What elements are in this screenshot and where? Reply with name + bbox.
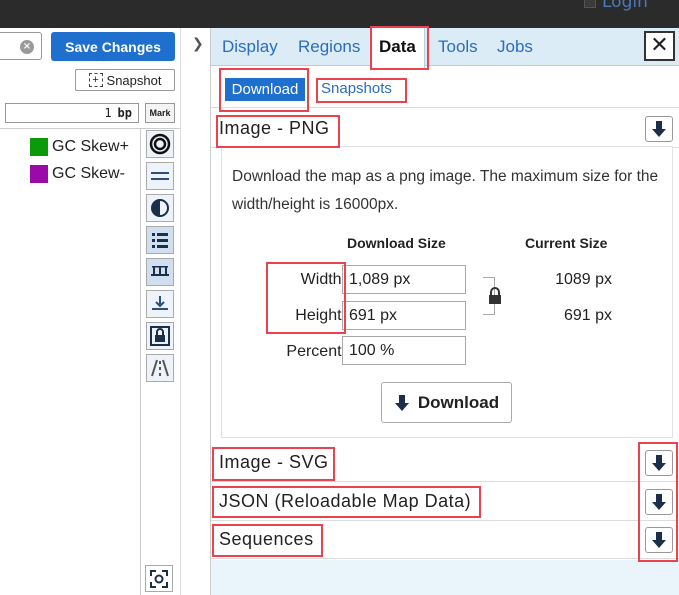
legend-swatch xyxy=(30,138,48,156)
snapshot-label: Snapshot xyxy=(106,72,162,88)
download-button-label: Download xyxy=(417,392,500,412)
subtab-download[interactable]: Download xyxy=(225,78,305,101)
clear-search-icon[interactable]: × xyxy=(20,40,34,54)
save-changes-button[interactable]: Save Changes xyxy=(51,32,175,61)
tab-bar: Display Regions Data Tools Jobs ✕ xyxy=(211,28,679,68)
section-json[interactable]: JSON (Reloadable Map Data) xyxy=(211,483,679,521)
linear-map-icon[interactable] xyxy=(146,162,174,190)
download-arrow-icon xyxy=(394,394,409,411)
download-map-icon[interactable] xyxy=(146,290,174,318)
current-size-heading: Current Size xyxy=(525,235,608,251)
tab-tools[interactable]: Tools xyxy=(438,37,478,57)
legend-list-icon[interactable] xyxy=(146,226,174,254)
height-input[interactable]: 691 px xyxy=(342,301,466,330)
download-arrow-icon[interactable] xyxy=(645,116,673,142)
mark-button[interactable]: Mark xyxy=(145,103,175,123)
subtab-snapshots[interactable]: Snapshots xyxy=(321,80,392,97)
png-options-body: Download the map as a png image. The max… xyxy=(221,146,673,438)
section-title: Image - SVG xyxy=(219,452,329,472)
bp-position-field[interactable]: 1 bp xyxy=(5,103,139,123)
lock-icon[interactable] xyxy=(146,322,174,350)
bp-value: 1 xyxy=(104,106,112,120)
panel-divider[interactable]: ❯ xyxy=(180,28,211,595)
download-arrow-icon[interactable] xyxy=(645,450,673,476)
section-title: Image - PNG xyxy=(219,118,330,138)
tab-data[interactable]: Data xyxy=(370,28,425,68)
percent-input[interactable]: 100 % xyxy=(342,336,466,365)
legend-item-gc-skew-plus[interactable]: GC Skew+ xyxy=(30,138,129,156)
viewer-toolbar xyxy=(140,128,180,595)
snapshot-plus-icon: + xyxy=(88,73,103,87)
invert-colors-icon[interactable] xyxy=(146,194,174,222)
legend-item-gc-skew-minus[interactable]: GC Skew- xyxy=(30,165,125,183)
subtab-bar: Download Snapshots xyxy=(211,66,679,108)
login-link[interactable]: Login xyxy=(584,0,648,12)
ruler-icon[interactable] xyxy=(146,258,174,286)
download-arrow-icon[interactable] xyxy=(645,527,673,553)
login-icon xyxy=(584,0,596,8)
percent-label: Percent: xyxy=(286,343,346,360)
width-input[interactable]: 1,089 px xyxy=(342,265,466,294)
width-label: Width: xyxy=(300,271,346,288)
bp-unit: bp xyxy=(117,106,132,120)
aspect-lock-icon[interactable] xyxy=(488,287,502,309)
current-width: 1089 px xyxy=(555,271,612,288)
legend-label: GC Skew+ xyxy=(52,138,129,155)
close-panel-button[interactable]: ✕ xyxy=(644,31,675,61)
download-button[interactable]: Download xyxy=(381,382,512,423)
legend-label: GC Skew- xyxy=(52,165,125,182)
tab-display[interactable]: Display xyxy=(222,37,278,57)
snapshot-button[interactable]: + Snapshot xyxy=(75,69,175,91)
current-height: 691 px xyxy=(563,307,612,324)
panel-footer xyxy=(211,560,679,595)
login-label[interactable]: Login xyxy=(602,0,648,12)
section-title: Sequences xyxy=(219,529,314,549)
section-title: JSON (Reloadable Map Data) xyxy=(219,491,472,511)
chevron-right-icon[interactable]: ❯ xyxy=(192,36,204,52)
download-size-heading: Download Size xyxy=(347,235,446,251)
tab-regions[interactable]: Regions xyxy=(298,37,360,57)
tab-jobs[interactable]: Jobs xyxy=(497,37,533,57)
download-arrow-icon[interactable] xyxy=(645,489,673,515)
right-panel: Display Regions Data Tools Jobs ✕ Downlo… xyxy=(211,28,679,595)
section-image-png[interactable]: Image - PNG xyxy=(211,110,679,148)
left-sidebar: × Save Changes + Snapshot 1 bp Mark GC Sk… xyxy=(0,28,180,595)
section-sequences[interactable]: Sequences xyxy=(211,521,679,559)
circular-map-icon[interactable] xyxy=(146,130,174,158)
height-label: Height: xyxy=(295,307,346,324)
top-bar: Login xyxy=(0,0,679,28)
legend-swatch xyxy=(30,165,48,183)
road-icon[interactable] xyxy=(146,354,174,382)
fullscreen-icon[interactable] xyxy=(145,565,173,592)
png-description: Download the map as a png image. The max… xyxy=(232,168,659,213)
section-image-svg[interactable]: Image - SVG xyxy=(211,444,679,482)
search-input[interactable]: × xyxy=(0,32,42,60)
